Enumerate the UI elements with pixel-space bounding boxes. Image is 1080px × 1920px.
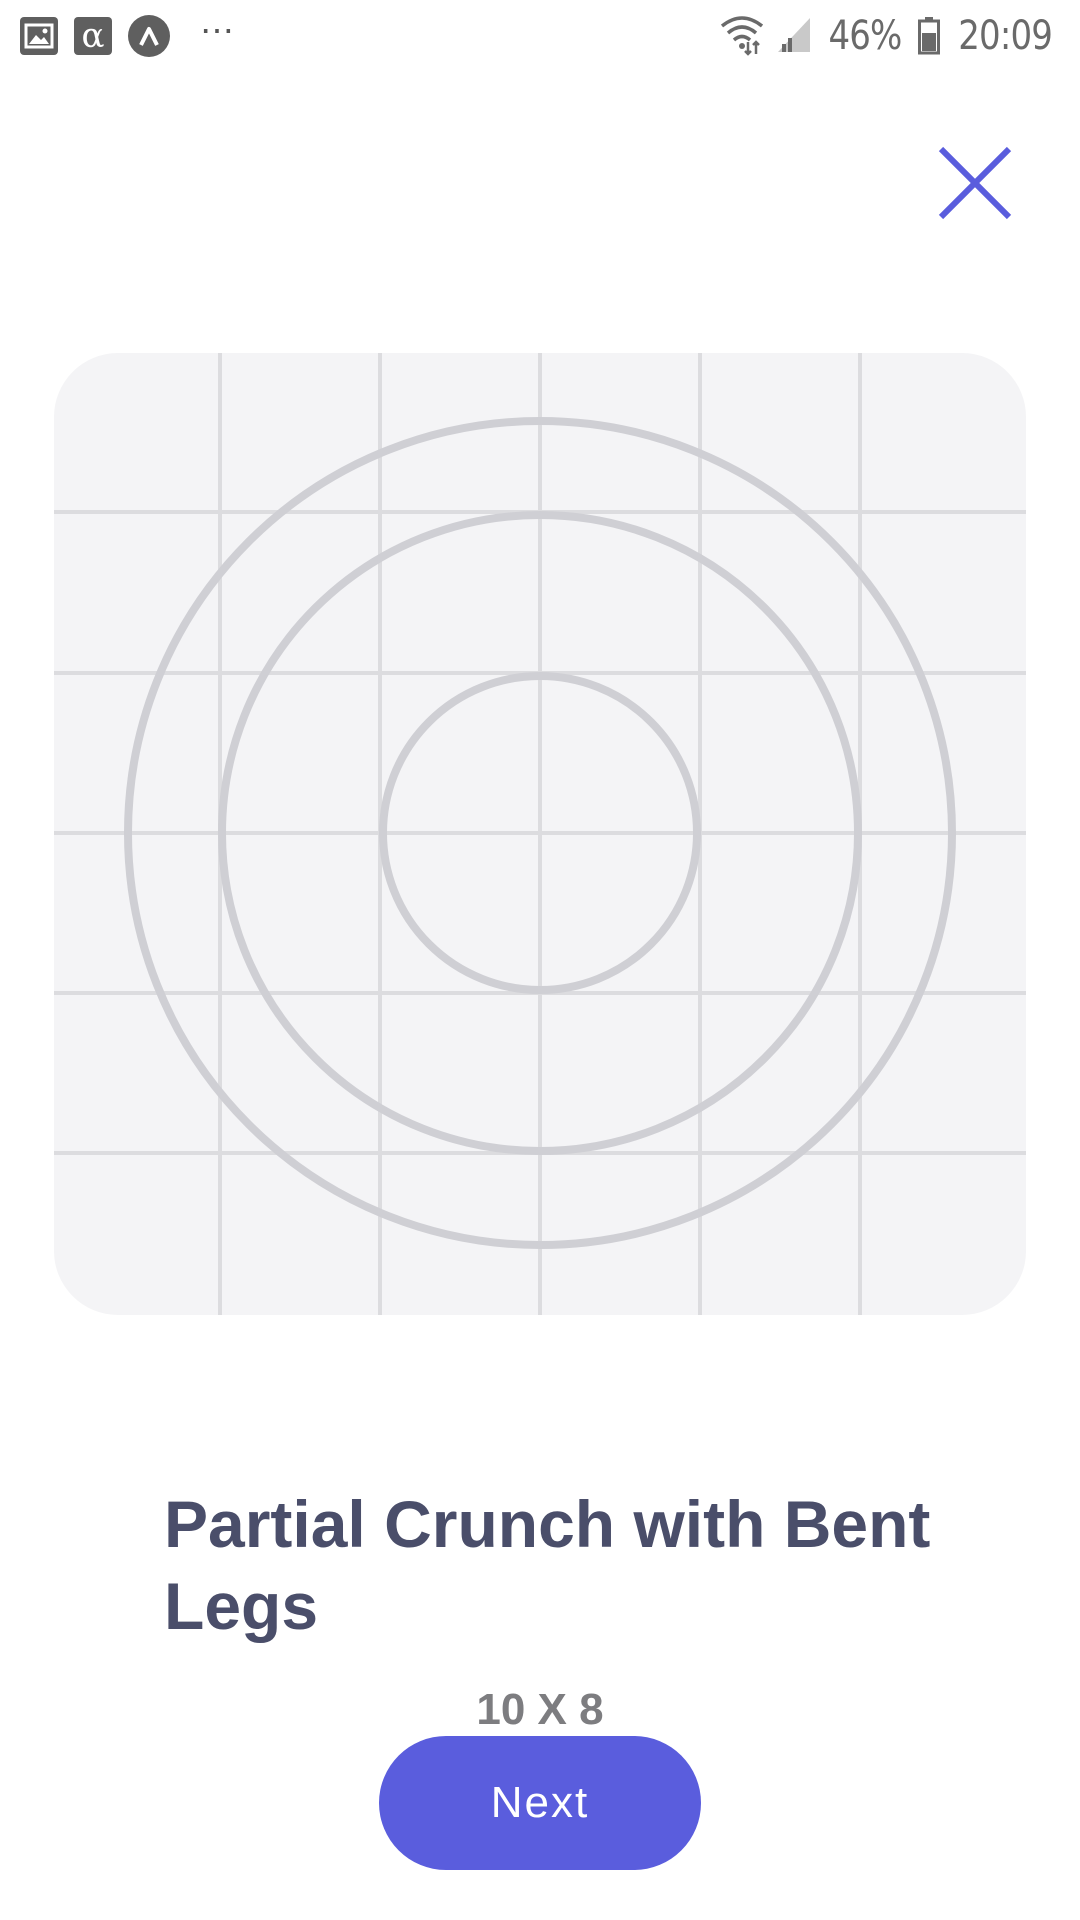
close-icon <box>938 146 1012 220</box>
close-button[interactable] <box>935 143 1015 223</box>
exercise-screen: α ⋯ 46% 20:09 Partial Crunch with Bent L… <box>0 0 1080 1920</box>
clock: 20:09 <box>957 13 1053 59</box>
gallery-icon <box>20 17 58 55</box>
battery-icon <box>917 17 940 55</box>
battery-percent: 46% <box>828 13 902 59</box>
alpha-icon: α <box>74 17 112 55</box>
placeholder-grid-icon <box>54 353 1026 1315</box>
reps-label: 10 X 8 <box>476 1685 604 1734</box>
more-dots-icon: ⋯ <box>200 12 236 50</box>
status-bar-notifications: α ⋯ <box>20 12 236 57</box>
wifi-icon <box>718 12 766 61</box>
status-bar-system: 46% 20:09 <box>718 12 1060 60</box>
circle-a-icon <box>128 15 170 57</box>
next-button[interactable]: Next <box>379 1736 701 1870</box>
signal-icon <box>776 14 812 59</box>
status-bar: α ⋯ 46% 20:09 <box>0 0 1080 72</box>
exercise-illustration <box>54 353 1026 1315</box>
exercise-title: Partial Crunch with Bent Legs <box>164 1487 931 1643</box>
